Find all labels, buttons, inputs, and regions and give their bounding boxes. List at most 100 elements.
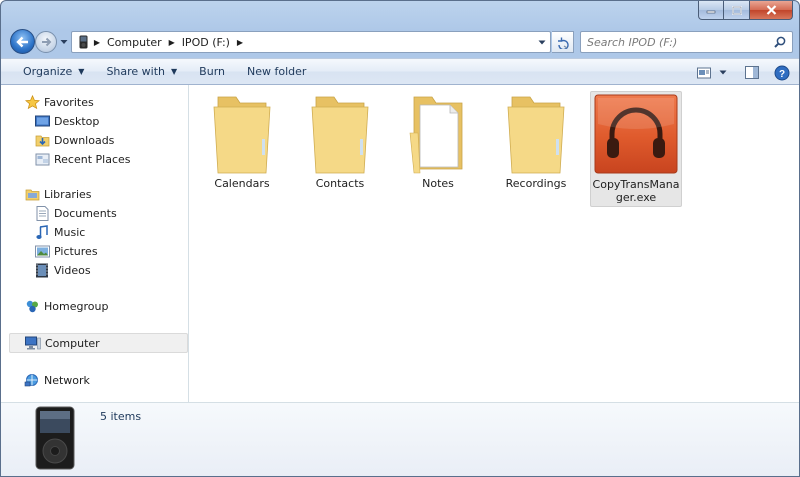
file-name: Contacts: [315, 177, 365, 190]
share-with-label: Share with: [106, 65, 166, 78]
documents-icon: [34, 206, 50, 222]
new-folder-label: New folder: [247, 65, 307, 78]
pictures-icon: [34, 244, 50, 260]
arrow-left-icon: [16, 36, 28, 47]
burn-button[interactable]: Burn: [188, 60, 236, 84]
search-input[interactable]: [587, 35, 772, 49]
caption-buttons: [698, 1, 793, 20]
explorer-window: ▶ Computer ▶ IPOD (F:) ▶ Organize ▼ Shar…: [0, 0, 800, 477]
minimize-button[interactable]: [698, 1, 724, 20]
sidebar-item-libraries[interactable]: Libraries: [24, 185, 92, 204]
organize-label: Organize: [23, 65, 73, 78]
close-button[interactable]: [750, 1, 793, 20]
file-item-copytrans-manager[interactable]: CopyTransMana ger.exe: [590, 91, 682, 207]
sidebar-item-homegroup[interactable]: Homegroup: [24, 297, 108, 316]
recent-pages-button[interactable]: [59, 37, 69, 47]
folder-icon: [507, 96, 565, 174]
arrow-right-icon: [41, 37, 51, 47]
sidebar-item-favorites[interactable]: Favorites: [24, 93, 94, 112]
sidebar-item-label: Videos: [54, 264, 91, 277]
details-pane: 5 items: [1, 402, 799, 476]
sidebar-item-desktop[interactable]: Desktop: [34, 112, 99, 131]
music-icon: [34, 225, 50, 241]
sidebar-item-videos[interactable]: Videos: [34, 261, 91, 280]
refresh-icon: [558, 37, 569, 49]
breadcrumb-separator[interactable]: ▶: [165, 38, 179, 47]
ipod-classic-icon: [35, 406, 75, 470]
libraries-icon: [24, 187, 40, 203]
chevron-down-icon: [60, 40, 68, 44]
content-area: Favorites Desktop Downloads Recent Place…: [1, 85, 799, 402]
folder-with-document-icon: [409, 96, 463, 174]
file-name: Calendars: [214, 177, 270, 190]
file-name: CopyTransMana ger.exe: [592, 178, 680, 204]
share-with-button[interactable]: Share with ▼: [95, 60, 188, 84]
refresh-button[interactable]: [552, 31, 574, 53]
sidebar-item-label: Computer: [45, 336, 100, 350]
file-name: Recordings: [505, 177, 567, 190]
view-options-dropdown[interactable]: [715, 62, 731, 84]
view-icon: [697, 67, 711, 78]
preview-pane-icon: [745, 66, 759, 79]
sidebar-item-label: Music: [54, 226, 86, 239]
breadcrumb-ipod[interactable]: IPOD (F:): [179, 36, 233, 49]
chevron-down-icon: ▼: [78, 67, 85, 76]
file-item-contacts[interactable]: Contacts: [294, 91, 386, 207]
address-bar[interactable]: ▶ Computer ▶ IPOD (F:) ▶: [71, 31, 551, 53]
network-icon: [24, 373, 40, 389]
sidebar-item-label: Documents: [54, 207, 117, 220]
sidebar-item-label: Pictures: [54, 245, 98, 258]
sidebar-item-network[interactable]: Network: [24, 371, 90, 390]
star-icon: [24, 95, 40, 111]
folder-icon: [213, 96, 271, 174]
navigation-pane: Favorites Desktop Downloads Recent Place…: [1, 85, 189, 402]
file-name: Notes: [422, 177, 454, 190]
breadcrumb-separator[interactable]: ▶: [233, 38, 247, 47]
chevron-down-icon: [538, 40, 546, 44]
sidebar-item-label: Downloads: [54, 134, 115, 147]
sidebar-item-label: Homegroup: [44, 300, 109, 313]
desktop-icon: [34, 114, 50, 130]
homegroup-icon: [24, 299, 40, 315]
help-icon: ?: [774, 65, 790, 80]
close-icon: [766, 5, 776, 15]
help-button[interactable]: ?: [771, 62, 793, 84]
file-list-view: Calendars Contacts Notes Recordings Copy…: [190, 85, 799, 402]
svg-text:?: ?: [779, 69, 785, 80]
change-view-button[interactable]: [693, 62, 715, 84]
back-button[interactable]: [10, 29, 35, 54]
file-item-calendars[interactable]: Calendars: [196, 91, 288, 207]
maximize-icon: [731, 5, 742, 15]
sidebar-item-music[interactable]: Music: [34, 223, 85, 242]
new-folder-button[interactable]: New folder: [236, 60, 317, 84]
search-box[interactable]: [580, 31, 793, 53]
burn-label: Burn: [199, 65, 225, 78]
sidebar-item-pictures[interactable]: Pictures: [34, 242, 98, 261]
sidebar-item-downloads[interactable]: Downloads: [34, 131, 114, 150]
breadcrumb-separator[interactable]: ▶: [90, 38, 104, 47]
maximize-button[interactable]: [724, 1, 750, 20]
folder-icon: [311, 96, 369, 174]
organize-button[interactable]: Organize ▼: [1, 60, 95, 84]
file-item-notes[interactable]: Notes: [392, 91, 484, 207]
computer-icon: [25, 335, 41, 351]
address-history-dropdown[interactable]: [534, 32, 550, 52]
command-bar-right: ?: [693, 59, 799, 86]
minimize-icon: [706, 10, 716, 14]
file-item-recordings[interactable]: Recordings: [490, 91, 582, 207]
videos-icon: [34, 263, 50, 279]
sidebar-item-label: Desktop: [54, 115, 100, 128]
sidebar-item-documents[interactable]: Documents: [34, 204, 117, 223]
sidebar-item-label: Network: [44, 374, 90, 387]
sidebar-item-label: Recent Places: [54, 153, 131, 166]
search-icon: [774, 36, 786, 48]
breadcrumb-computer[interactable]: Computer: [104, 36, 165, 49]
sidebar-item-computer[interactable]: Computer: [9, 333, 188, 353]
forward-button[interactable]: [35, 31, 57, 53]
chevron-down-icon: [719, 70, 727, 75]
sidebar-item-label: Libraries: [44, 188, 92, 201]
recent-places-icon: [34, 152, 50, 168]
sidebar-item-recent-places[interactable]: Recent Places: [34, 150, 131, 169]
address-row: ▶ Computer ▶ IPOD (F:) ▶: [1, 28, 799, 56]
preview-pane-button[interactable]: [741, 62, 763, 84]
